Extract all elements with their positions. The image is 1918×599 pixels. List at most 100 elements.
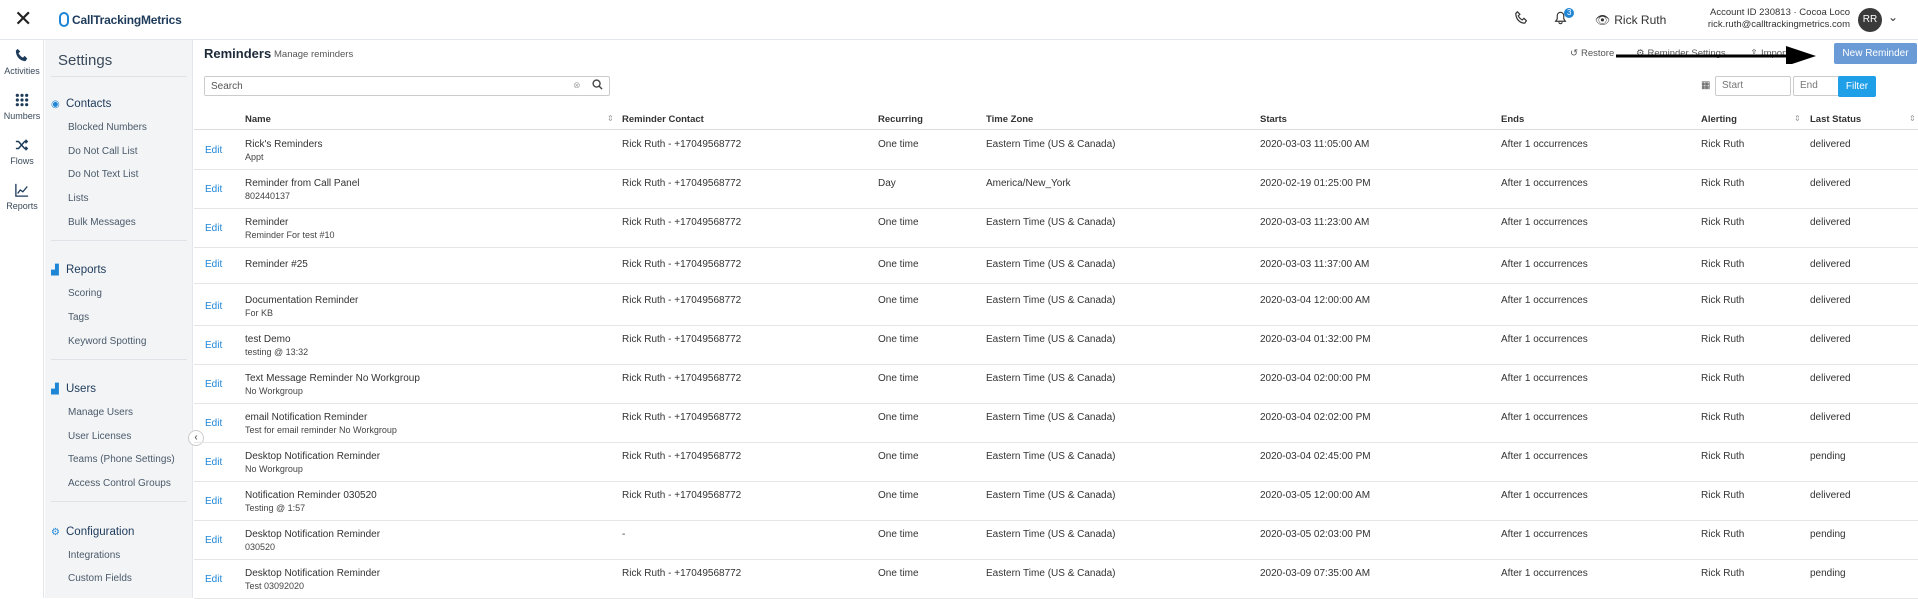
column-header-time-zone[interactable]: Time Zone bbox=[986, 114, 1033, 125]
cell-name: Rick's Reminders Appt bbox=[245, 139, 322, 163]
restore-icon: ↺ bbox=[1570, 48, 1578, 59]
sort-icon[interactable]: ⇕ bbox=[607, 114, 614, 123]
reminder-name: Desktop Notification Reminder bbox=[245, 529, 381, 540]
restore-label: Restore bbox=[1580, 48, 1615, 59]
restore-link[interactable]: ↺ Restore bbox=[1570, 48, 1614, 59]
cell-contact: Rick Ruth - +17049568772 bbox=[622, 373, 742, 384]
cell-last-status: delivered bbox=[1810, 412, 1851, 423]
reminder-description: 030520 bbox=[245, 542, 276, 552]
cell-contact: Rick Ruth - +17049568772 bbox=[622, 295, 742, 306]
sidebar-item-blocked-numbers[interactable]: Blocked Numbers bbox=[68, 122, 147, 133]
column-header-ends[interactable]: Ends bbox=[1501, 114, 1524, 125]
cell-name: Desktop Notification Reminder 030520 bbox=[245, 529, 380, 553]
cell-recurring: One time bbox=[878, 217, 919, 228]
edit-link[interactable]: Edit bbox=[205, 535, 222, 546]
cell-name: Text Message Reminder No Workgroup No Wor… bbox=[245, 373, 420, 397]
sidebar-item-access-control-groups[interactable]: Access Control Groups bbox=[68, 478, 171, 489]
rail-numbers-label: Numbers bbox=[3, 111, 41, 121]
sidebar-item-custom-fields[interactable]: Custom Fields bbox=[68, 573, 132, 584]
cell-alerting: Rick Ruth bbox=[1701, 373, 1745, 384]
cell-last-status: delivered bbox=[1810, 334, 1851, 345]
new-reminder-button[interactable]: New Reminder bbox=[1834, 43, 1917, 64]
table-row: Edit Text Message Reminder No Workgroup No… bbox=[194, 365, 1918, 404]
sidebar-item-tags[interactable]: Tags bbox=[68, 312, 89, 323]
clear-search-icon[interactable]: ⊗ bbox=[573, 80, 581, 91]
sidebar-item-do-not-call-list[interactable]: Do Not Call List bbox=[68, 146, 137, 157]
sidebar-section-label: Contacts bbox=[66, 98, 112, 110]
sidebar-item-do-not-text-list[interactable]: Do Not Text List bbox=[68, 169, 138, 180]
gear-icon: ⚙ bbox=[51, 526, 60, 538]
reminder-description: For KB bbox=[245, 308, 274, 318]
sidebar-section-contacts[interactable]: ◉ Contacts bbox=[51, 98, 111, 110]
search-input[interactable] bbox=[205, 77, 575, 95]
cell-recurring: One time bbox=[878, 451, 919, 462]
contacts-icon: ◉ bbox=[51, 98, 60, 110]
sidebar-item-bulk-messages[interactable]: Bulk Messages bbox=[68, 217, 136, 228]
sidebar-item-user-licenses[interactable]: User Licenses bbox=[68, 431, 131, 442]
sidebar-section-users[interactable]: ▟ Users bbox=[51, 383, 96, 395]
cell-time-zone: America/New_York bbox=[986, 178, 1071, 189]
account-email: rick.ruth@calltrackingmetrics.com bbox=[1707, 19, 1850, 30]
viewing-as-user[interactable]: 👁 Rick Ruth bbox=[1595, 13, 1666, 27]
cell-ends: After 1 occurrences bbox=[1501, 295, 1588, 306]
sidebar-item-integrations[interactable]: Integrations bbox=[68, 550, 120, 561]
column-header-alerting[interactable]: Alerting bbox=[1701, 114, 1737, 125]
sidebar-item-lists[interactable]: Lists bbox=[68, 193, 89, 204]
edit-link[interactable]: Edit bbox=[205, 259, 222, 270]
chevron-down-icon[interactable]: ⌄ bbox=[1888, 10, 1898, 24]
cell-contact: Rick Ruth - +17049568772 bbox=[622, 451, 742, 462]
sidebar-section-reports[interactable]: ▟ Reports bbox=[51, 264, 106, 276]
sidebar-item-scoring[interactable]: Scoring bbox=[68, 288, 102, 299]
rail-reports[interactable]: Reports bbox=[0, 183, 44, 211]
sidebar-divider bbox=[51, 359, 187, 360]
sidebar-item-manage-users[interactable]: Manage Users bbox=[68, 407, 133, 418]
logo[interactable]: CallTrackingMetrics bbox=[59, 12, 182, 27]
rail-numbers[interactable]: Numbers bbox=[0, 93, 44, 121]
cell-contact: Rick Ruth - +17049568772 bbox=[622, 490, 742, 501]
sidebar-item-teams[interactable]: Teams (Phone Settings) bbox=[68, 454, 175, 465]
rail-activities[interactable]: Activities bbox=[0, 48, 44, 76]
edit-link[interactable]: Edit bbox=[205, 379, 222, 390]
cell-recurring: One time bbox=[878, 295, 919, 306]
cell-recurring: One time bbox=[878, 139, 919, 150]
edit-link[interactable]: Edit bbox=[205, 457, 222, 468]
column-header-recurring[interactable]: Recurring bbox=[878, 114, 923, 125]
cell-last-status: delivered bbox=[1810, 217, 1851, 228]
edit-link[interactable]: Edit bbox=[205, 574, 222, 585]
edit-link[interactable]: Edit bbox=[205, 184, 222, 195]
cell-time-zone: Eastern Time (US & Canada) bbox=[986, 529, 1116, 540]
reminder-name: Rick's Reminders bbox=[245, 139, 323, 150]
phone-icon[interactable] bbox=[1515, 10, 1529, 25]
sidebar-section-configuration[interactable]: ⚙ Configuration bbox=[51, 526, 134, 538]
edit-link[interactable]: Edit bbox=[205, 340, 222, 351]
account-info[interactable]: Account ID 230813 · Cocoa Loco rick.ruth… bbox=[1700, 7, 1850, 31]
start-date-input[interactable]: Start bbox=[1715, 76, 1791, 96]
column-header-name[interactable]: Name bbox=[245, 114, 271, 125]
reminder-description: testing @ 13:32 bbox=[245, 347, 309, 357]
column-header-contact[interactable]: Reminder Contact bbox=[622, 114, 704, 125]
reminder-name: Reminder #25 bbox=[245, 259, 308, 270]
close-icon[interactable]: ✕ bbox=[14, 8, 32, 30]
edit-link[interactable]: Edit bbox=[205, 496, 222, 507]
rail-flows[interactable]: Flows bbox=[0, 138, 44, 166]
cell-starts: 2020-03-04 01:32:00 PM bbox=[1260, 334, 1371, 345]
calendar-icon[interactable]: ▦ bbox=[1701, 80, 1710, 91]
sort-icon[interactable]: ⇕ bbox=[1794, 114, 1801, 123]
cell-time-zone: Eastern Time (US & Canada) bbox=[986, 490, 1116, 501]
edit-link[interactable]: Edit bbox=[205, 301, 222, 312]
cell-time-zone: Eastern Time (US & Canada) bbox=[986, 217, 1116, 228]
filter-button[interactable]: Filter bbox=[1838, 76, 1876, 97]
edit-link[interactable]: Edit bbox=[205, 223, 222, 234]
avatar[interactable]: RR bbox=[1858, 8, 1882, 32]
search-icon[interactable] bbox=[592, 79, 603, 93]
sidebar-item-keyword-spotting[interactable]: Keyword Spotting bbox=[68, 336, 146, 347]
column-header-last-status[interactable]: Last Status bbox=[1810, 114, 1861, 125]
edit-link[interactable]: Edit bbox=[205, 418, 222, 429]
column-header-starts[interactable]: Starts bbox=[1260, 114, 1287, 125]
cell-time-zone: Eastern Time (US & Canada) bbox=[986, 139, 1116, 150]
cell-last-status: delivered bbox=[1810, 373, 1851, 384]
top-bar: ✕ CallTrackingMetrics 3 👁 Rick Ruth Acco… bbox=[0, 0, 1918, 40]
cell-alerting: Rick Ruth bbox=[1701, 259, 1745, 270]
sort-icon[interactable]: ⇕ bbox=[1909, 114, 1916, 123]
edit-link[interactable]: Edit bbox=[205, 145, 222, 156]
